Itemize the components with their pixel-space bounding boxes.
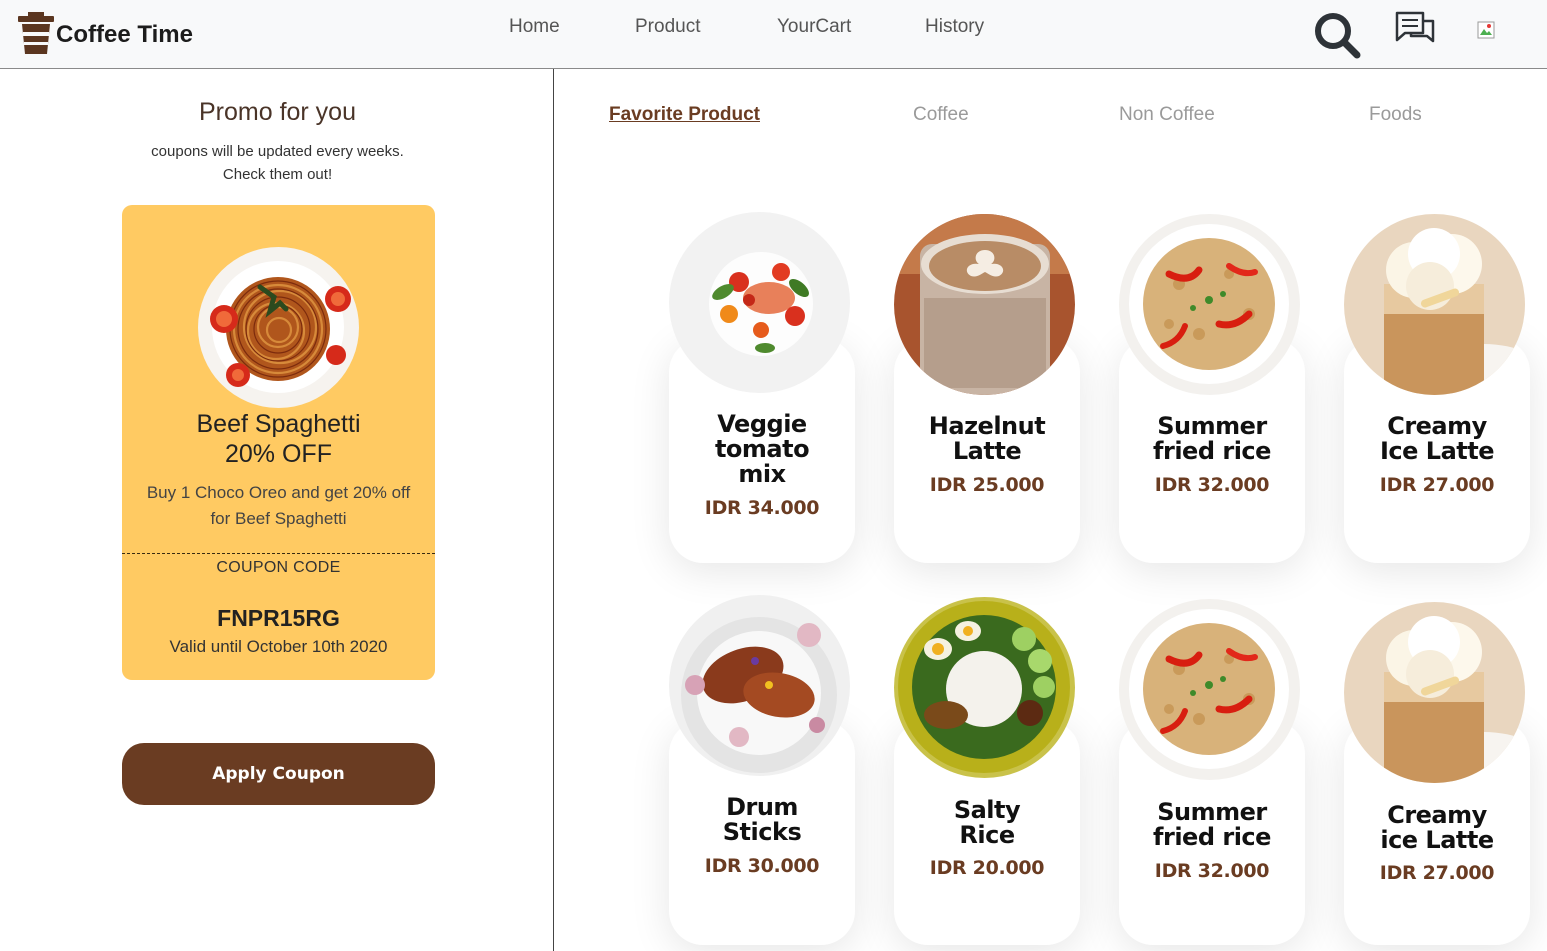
product-name: Creamy Ice Latte xyxy=(1344,414,1530,464)
coupon-card[interactable]: Beef Spaghetti 20% OFF Buy 1 Choco Oreo … xyxy=(122,205,435,680)
product-name-line: Drum xyxy=(726,793,798,821)
promo-title: Promo for you xyxy=(198,98,356,126)
search-icon[interactable] xyxy=(1312,10,1362,60)
coupon-discount: 20% OFF xyxy=(225,440,332,468)
creamy-ice-latte-photo xyxy=(1344,214,1525,395)
coupon-product-name: Beef Spaghetti 20% OFF xyxy=(122,409,435,469)
promo-subtitle-line: Check them out! xyxy=(222,166,333,183)
coupon-item-name: Beef Spaghetti xyxy=(196,410,361,438)
product-name-line: Summer xyxy=(1157,798,1267,826)
product-name-line: mix xyxy=(738,460,786,488)
product-name-line: ice Latte xyxy=(1380,826,1494,854)
product-name-line: fried rice xyxy=(1153,437,1271,465)
product-name-line: Salty xyxy=(953,796,1021,824)
hazelnut-latte-photo xyxy=(894,214,1075,395)
panel-divider xyxy=(553,69,554,951)
product-name: Hazelnut Latte xyxy=(894,414,1080,464)
product-price: IDR 32.000 xyxy=(1154,474,1270,496)
coupon-code-label: COUPON CODE xyxy=(216,559,341,576)
product-price: IDR 27.000 xyxy=(1379,474,1495,496)
product-name: Summer fried rice xyxy=(1119,800,1305,850)
tab-non-coffee[interactable]: Non Coffee xyxy=(1119,104,1215,126)
coupon-validity: Valid until October 10th 2020 xyxy=(169,637,388,656)
coupon-divider xyxy=(122,553,435,554)
nav-history[interactable]: History xyxy=(925,16,984,38)
tab-favorite-product[interactable]: Favorite Product xyxy=(609,104,760,126)
product-name-line: Hazelnut xyxy=(928,412,1046,440)
product-price: IDR 34.000 xyxy=(704,497,820,519)
product-name-line: tomato xyxy=(714,435,810,463)
top-navbar: Coffee Time Home Product YourCart Histor… xyxy=(0,0,1547,69)
coupon-description: Buy 1 Choco Oreo and get 20% off for Bee… xyxy=(122,480,435,532)
profile-image-icon[interactable] xyxy=(1477,21,1495,39)
product-name: Veggie tomato mix xyxy=(669,412,855,487)
nav-yourcart[interactable]: YourCart xyxy=(777,16,851,38)
product-price: IDR 30.000 xyxy=(704,855,820,877)
product-price: IDR 25.000 xyxy=(929,474,1045,496)
chat-icon[interactable] xyxy=(1393,10,1437,50)
product-name: Salty Rice xyxy=(894,798,1080,848)
product-price: IDR 20.000 xyxy=(929,857,1045,879)
summer-fried-rice-photo xyxy=(1119,214,1300,395)
product-name: Creamy ice Latte xyxy=(1344,803,1530,853)
product-name-line: Sticks xyxy=(722,818,802,846)
coupon-code: FNPR15RG xyxy=(217,605,340,631)
product-name-line: fried rice xyxy=(1153,823,1271,851)
nav-home[interactable]: Home xyxy=(509,16,560,38)
brand[interactable]: Coffee Time xyxy=(18,12,193,56)
summer-fried-rice-photo xyxy=(1119,599,1300,780)
veggie-tomato-mix-photo xyxy=(669,212,850,393)
coupon-description-line: Buy 1 Choco Oreo and get 20% off xyxy=(146,483,411,502)
coupon-description-line: for Beef Spaghetti xyxy=(210,509,347,528)
promo-subtitle-line: coupons will be updated every weeks. xyxy=(151,143,404,160)
product-price: IDR 27.000 xyxy=(1379,862,1495,884)
brand-name: Coffee Time xyxy=(56,21,193,48)
salty-rice-photo xyxy=(894,597,1075,778)
product-name: Summer fried rice xyxy=(1119,414,1305,464)
product-name-line: Rice xyxy=(959,821,1015,849)
coffee-cup-logo-icon xyxy=(18,12,54,54)
product-name-line: Veggie xyxy=(717,410,807,438)
apply-coupon-button[interactable]: Apply Coupon xyxy=(122,743,435,805)
creamy-ice-latte-photo xyxy=(1344,602,1525,783)
beef-spaghetti-photo xyxy=(198,247,359,408)
drum-sticks-photo xyxy=(669,595,850,776)
promo-subtitle: coupons will be updated every weeks. Che… xyxy=(0,140,555,186)
tab-foods[interactable]: Foods xyxy=(1369,104,1422,126)
nav-product[interactable]: Product xyxy=(635,16,700,38)
product-name-line: Creamy xyxy=(1387,801,1487,829)
product-name: Drum Sticks xyxy=(669,795,855,845)
product-name-line: Creamy xyxy=(1387,412,1487,440)
product-price: IDR 32.000 xyxy=(1154,860,1270,882)
product-name-line: Summer xyxy=(1157,412,1267,440)
product-name-line: Latte xyxy=(952,437,1022,465)
tab-coffee[interactable]: Coffee xyxy=(913,104,969,126)
product-name-line: Ice Latte xyxy=(1380,437,1495,465)
